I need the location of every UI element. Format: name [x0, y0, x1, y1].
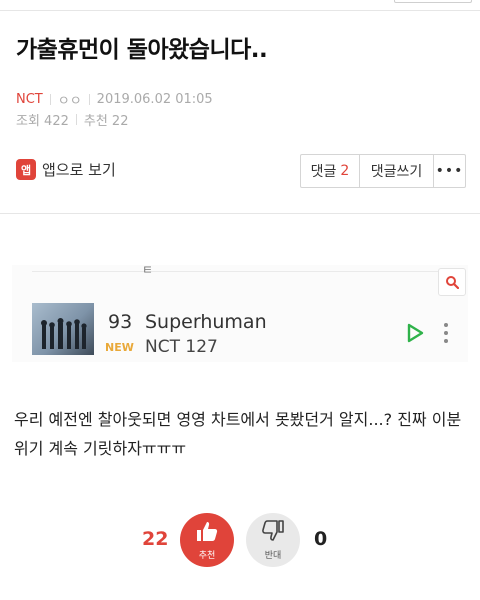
comment-count: 2 — [340, 163, 350, 179]
comments-button[interactable]: 댓글 2 — [301, 155, 359, 187]
author-name: ㅇㅇ — [57, 94, 82, 109]
downvote-label: 반대 — [264, 551, 282, 561]
comments-label: 댓글 — [310, 164, 337, 180]
new-badge: NEW — [105, 341, 134, 354]
embed-cut-text: ㅌ — [142, 265, 154, 277]
more-options-button[interactable]: ••• — [433, 155, 465, 187]
post-meta: NCT ㅇㅇ 2019.06.02 01:05 — [16, 90, 213, 109]
chart-rank: 93 — [108, 311, 133, 333]
search-icon — [438, 268, 466, 296]
open-in-app-label: 앱으로 보기 — [42, 161, 116, 179]
top-divider — [0, 10, 480, 11]
category-link[interactable]: NCT — [16, 92, 43, 107]
write-comment-button[interactable]: 댓글쓰기 — [359, 155, 433, 187]
view-count: 조회 422 — [16, 114, 69, 129]
thumbs-up-icon — [194, 519, 220, 547]
artist-name: NCT 127 — [145, 337, 218, 357]
kebab-menu-icon — [444, 323, 448, 343]
downvote-button[interactable]: 반대 — [246, 513, 300, 567]
upvote-count: 22 — [142, 528, 169, 550]
post-stats: 조회 422 추천 22 — [16, 110, 128, 129]
play-icon — [406, 323, 424, 347]
upvote-label: 추천 — [198, 551, 216, 561]
thumbs-down-icon — [260, 519, 286, 547]
section-divider — [0, 213, 480, 214]
meta-divider — [88, 94, 90, 105]
open-in-app-button[interactable]: 앱 앱으로 보기 — [16, 159, 116, 180]
meta-divider — [49, 94, 51, 105]
upvote-button[interactable]: 추천 — [180, 513, 234, 567]
album-cover — [32, 303, 94, 355]
downvote-count: 0 — [314, 528, 328, 550]
post-datetime: 2019.06.02 01:05 — [96, 92, 213, 107]
song-title: Superhuman — [145, 311, 267, 333]
meta-divider — [75, 114, 77, 125]
post-body: 우리 예전엔 찰아웃되면 영영 차트에서 못봤던거 알지...? 진짜 이분위기… — [14, 410, 462, 458]
chart-screenshot: ㅌ 93 NEW Superhuman NCT 127 — [12, 265, 468, 362]
top-button-stub[interactable] — [394, 0, 472, 3]
recommend-count: 추천 22 — [83, 114, 129, 129]
post-action-group: 댓글 2 댓글쓰기 ••• — [300, 154, 466, 188]
post-title: 가출휴먼이 돌아왔습니다.. — [16, 37, 268, 63]
app-icon: 앱 — [16, 159, 36, 180]
embed-divider — [32, 271, 452, 272]
